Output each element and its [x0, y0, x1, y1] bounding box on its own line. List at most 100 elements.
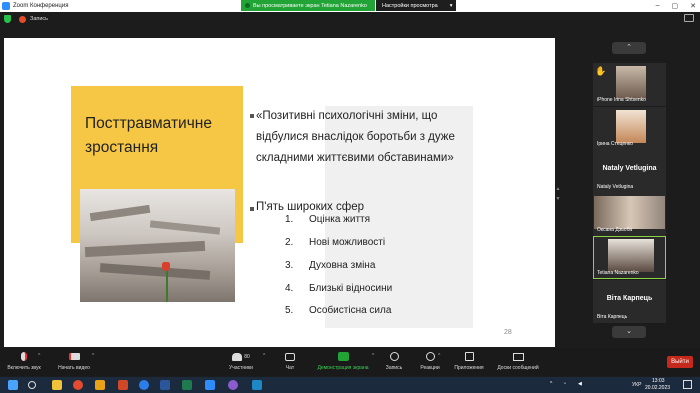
participant-big-name: Nataly Vetlugina [602, 165, 657, 172]
zoom-taskbar-icon[interactable] [205, 380, 215, 390]
chevron-down-icon: ▾ [449, 2, 453, 9]
zoom-window: Zoom Конференция Вы просматриваете экран… [0, 0, 700, 393]
windows-start-icon[interactable] [8, 380, 18, 390]
minimize-button[interactable]: – [656, 2, 660, 9]
scroll-down-icon[interactable]: ▼ [555, 196, 561, 202]
list-item: 2. Нові можливості [285, 237, 386, 248]
ruined-building-photo [80, 189, 235, 302]
leave-meeting-button[interactable]: Выйти [667, 356, 693, 368]
participant-video [608, 239, 654, 272]
whiteboard-icon [512, 352, 524, 361]
recording-label: Запись [30, 16, 49, 22]
spheres-heading: П'ять широких сфер [256, 201, 364, 213]
notifications-icon[interactable] [683, 380, 692, 389]
input-language[interactable]: УКР [632, 382, 641, 388]
close-button[interactable]: ✕ [690, 2, 696, 10]
microphone-muted-icon [21, 352, 27, 361]
smiley-icon [425, 352, 435, 361]
viber-icon[interactable] [228, 380, 238, 390]
record-label: Запись [385, 365, 403, 371]
recording-icon [19, 15, 26, 23]
opera-icon[interactable] [73, 380, 83, 390]
view-layout-icon[interactable] [684, 14, 694, 22]
list-item: 1. Оцінка життя [285, 214, 371, 225]
participant-name: iPhone Irina Shtsenko [597, 97, 646, 103]
participant-name: Nataly Vetlugina [597, 184, 634, 190]
participant-tile[interactable]: Nataly Vetlugina Nataly Vetlugina [593, 150, 666, 193]
viewing-screen-banner: Вы просматриваете экран Tetiana Nazarenk… [241, 0, 375, 11]
search-icon[interactable] [28, 381, 36, 389]
video-off-icon [68, 353, 80, 360]
participant-name: Оксана Дзьоба [597, 227, 633, 233]
whiteboards-button[interactable]: Доски сообщений [492, 351, 544, 371]
chat-button[interactable]: Чат [280, 351, 300, 371]
raised-hand-icon: ✋ [595, 66, 607, 76]
participants-options-chevron-icon[interactable]: ^ [263, 353, 265, 359]
viewing-screen-label: Вы просматриваете экран Tetiana Nazarenk… [253, 2, 367, 9]
slide-scrollbar[interactable]: ▲ ▼ [555, 38, 561, 347]
record-button[interactable]: Запись [382, 351, 406, 371]
telegram-icon[interactable] [252, 380, 262, 390]
file-explorer-icon[interactable] [52, 380, 62, 390]
powerpoint-icon[interactable] [118, 380, 128, 390]
apps-icon [464, 352, 474, 361]
share-screen-button[interactable]: Демонстрация экрана [310, 351, 376, 371]
chat-icon [285, 352, 295, 361]
video-options-chevron-icon[interactable]: ^ [92, 353, 94, 359]
list-item: 4. Близькі відносини [285, 283, 393, 294]
scroll-up-icon[interactable]: ▲ [555, 186, 561, 192]
share-screen-icon [337, 352, 349, 361]
bullet-icon [250, 207, 254, 211]
participant-tile-active-speaker[interactable]: Tetiana Nazarenko [593, 236, 666, 279]
share-options-chevron-icon[interactable]: ^ [372, 353, 374, 359]
word-icon[interactable] [160, 380, 170, 390]
participant-tile[interactable]: Віта Карпець Віта Карпець [593, 280, 666, 323]
definition-quote: «Позитивні психологічні зміни, що відбул… [256, 110, 455, 164]
windows-taskbar: ^ ◔ ◀ УКР 13:03 20.02.2023 [0, 377, 700, 393]
list-item: 5. Особистісна сила [285, 305, 392, 316]
participant-name: Ірина Стеценко [597, 141, 633, 147]
view-options-button[interactable]: Настройки просмотра ▾ [376, 0, 456, 11]
network-icon[interactable]: ◔ [563, 381, 566, 387]
audio-options-chevron-icon[interactable]: ^ [38, 353, 40, 359]
participants-button[interactable]: 80 Участники [222, 351, 260, 371]
participant-tile[interactable]: Оксана Дзьоба [593, 193, 666, 236]
apps-button[interactable]: Приложения [450, 351, 488, 371]
participant-video [616, 66, 646, 99]
maximize-button[interactable]: ▢ [672, 2, 679, 10]
view-options-label: Настройки просмотра [382, 2, 438, 9]
excel-icon[interactable] [182, 380, 192, 390]
record-icon [389, 352, 399, 361]
window-controls: – ▢ ✕ [656, 0, 696, 11]
start-video-button[interactable]: Начать видео [54, 351, 94, 371]
tray-chevron-icon[interactable]: ^ [550, 381, 552, 387]
clock-time[interactable]: 13:03 [652, 378, 665, 384]
window-title: Zoom Конференция [13, 3, 69, 9]
meeting-toolbar: Включить звук ^ Начать видео ^ 80 Участн… [0, 348, 700, 376]
participants-count: 80 [244, 353, 250, 360]
participants-label: Участники [229, 365, 253, 371]
volume-icon[interactable]: ◀ [578, 381, 582, 387]
folder-icon[interactable] [95, 380, 105, 390]
shared-slide: Посттравматичне зростання «Позитивні пси… [4, 38, 555, 347]
clock-date[interactable]: 20.02.2023 [645, 385, 670, 391]
share-screen-label: Демонстрация экрана [317, 365, 369, 371]
participant-name: Tetiana Nazarenko [597, 270, 639, 276]
people-icon [232, 352, 243, 361]
bullet-icon [250, 114, 254, 118]
apps-label: Приложения [454, 365, 484, 371]
reactions-options-chevron-icon[interactable]: ^ [438, 353, 440, 359]
participant-big-name: Віта Карпець [606, 295, 653, 302]
participant-tile[interactable]: Ірина Стеценко [593, 107, 666, 150]
chat-label: Чат [285, 365, 295, 371]
shield-icon[interactable] [4, 15, 11, 23]
meeting-info-bar: Запись [0, 12, 700, 26]
list-item: 3. Духовна зміна [285, 260, 376, 271]
participants-scroll-up-button[interactable]: ⌃ [612, 42, 646, 54]
chrome-icon[interactable] [139, 380, 149, 390]
zoom-app-icon [2, 2, 10, 10]
start-video-label: Начать видео [58, 365, 90, 371]
participants-scroll-down-button[interactable]: ⌄ [612, 326, 646, 338]
whiteboards-label: Доски сообщений [497, 365, 539, 371]
participant-name: Віта Карпець [597, 314, 628, 320]
